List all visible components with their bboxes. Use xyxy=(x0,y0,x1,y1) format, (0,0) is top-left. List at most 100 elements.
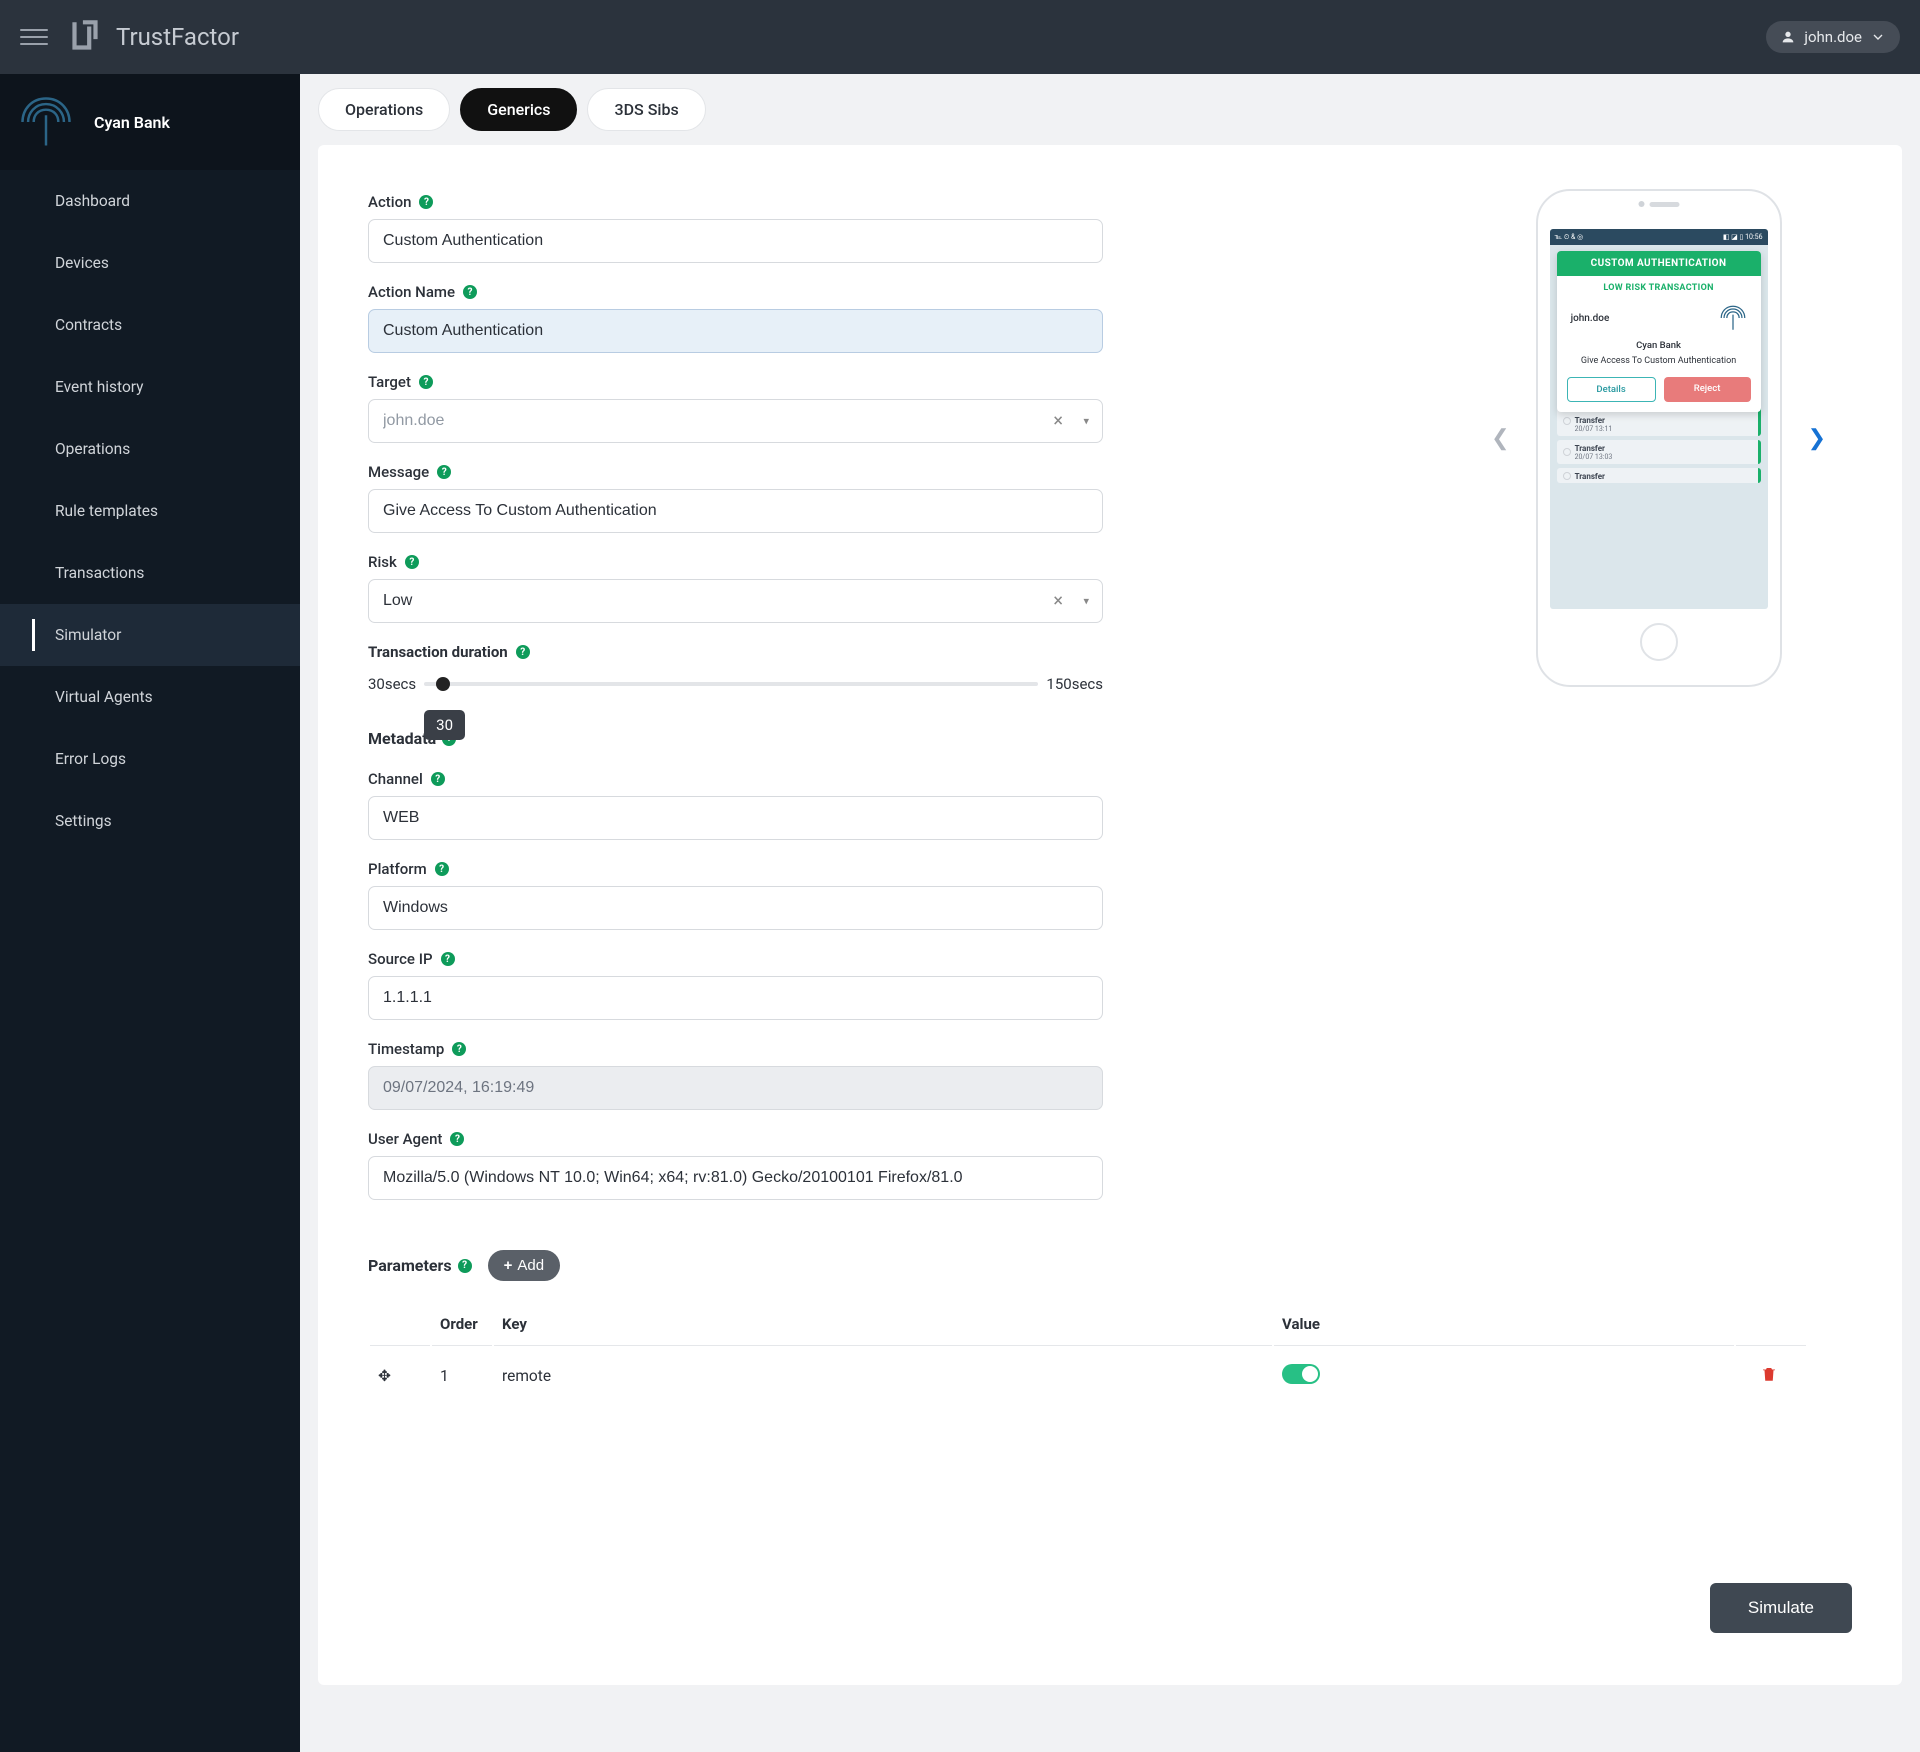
platform-input[interactable] xyxy=(368,886,1103,930)
topbar: TrustFactor john.doe xyxy=(0,0,1920,74)
tab-operations[interactable]: Operations xyxy=(318,88,450,131)
help-icon[interactable]: ? xyxy=(452,1042,466,1056)
sidebar-item-error-logs[interactable]: Error Logs xyxy=(0,728,300,790)
table-row: ✥ 1 remote xyxy=(370,1348,1806,1404)
timestamp-input xyxy=(368,1066,1103,1110)
sidebar-item-operations[interactable]: Operations xyxy=(0,418,300,480)
timestamp-label: Timestamp xyxy=(368,1040,444,1058)
user-agent-input[interactable] xyxy=(368,1156,1103,1200)
swirl-icon xyxy=(1719,304,1747,332)
org-header: Cyan Bank xyxy=(0,74,300,170)
source-ip-input[interactable] xyxy=(368,976,1103,1020)
tab-3ds-sibs[interactable]: 3DS Sibs xyxy=(587,88,705,131)
col-value: Value xyxy=(1274,1303,1734,1346)
duration-min-label: 30secs xyxy=(368,675,416,693)
risk-select[interactable] xyxy=(368,579,1103,623)
action-name-label: Action Name xyxy=(368,283,455,301)
org-logo xyxy=(18,94,74,150)
user-icon xyxy=(1780,29,1796,45)
action-label: Action xyxy=(368,193,411,211)
row-order: 1 xyxy=(432,1348,492,1404)
notif-reject-button[interactable]: Reject xyxy=(1664,377,1751,402)
col-order: Order xyxy=(432,1303,492,1346)
swirl-icon xyxy=(18,94,74,150)
help-icon[interactable]: ? xyxy=(419,375,433,389)
simulator-panel: Action? Action Name? Target? × ▾ Me xyxy=(318,145,1902,1685)
app-logo: TrustFactor xyxy=(64,16,239,58)
trash-icon[interactable] xyxy=(1760,1365,1778,1383)
user-agent-label: User Agent xyxy=(368,1130,442,1148)
menu-toggle-button[interactable] xyxy=(20,23,48,51)
notif-message: Give Access To Custom Authentication xyxy=(1557,355,1761,377)
sidebar-item-devices[interactable]: Devices xyxy=(0,232,300,294)
org-name: Cyan Bank xyxy=(94,113,170,132)
help-icon[interactable]: ? xyxy=(437,465,451,479)
phone-screen: ℡ ⏲ & ◎ ◧ ◪ ▯ 10:56 CUSTOM AUTHENTICATIO… xyxy=(1550,229,1768,609)
tabs: Operations Generics 3DS Sibs xyxy=(318,88,1902,131)
bg-transfer-row: Transfer xyxy=(1557,468,1761,483)
sidebar-item-event-history[interactable]: Event history xyxy=(0,356,300,418)
notif-user: john.doe xyxy=(1571,313,1610,324)
source-ip-label: Source IP xyxy=(368,950,433,968)
target-label: Target xyxy=(368,373,411,391)
row-key: remote xyxy=(494,1348,1272,1404)
help-icon[interactable]: ? xyxy=(431,772,445,786)
sidebar-item-transactions[interactable]: Transactions xyxy=(0,542,300,604)
add-label: Add xyxy=(517,1257,544,1274)
sidebar-item-simulator[interactable]: Simulator xyxy=(0,604,300,666)
help-icon[interactable]: ? xyxy=(419,195,433,209)
add-parameter-button[interactable]: + Add xyxy=(488,1250,560,1281)
user-name: john.doe xyxy=(1804,28,1862,46)
help-icon[interactable]: ? xyxy=(435,862,449,876)
col-key: Key xyxy=(494,1303,1272,1346)
drag-handle-icon[interactable]: ✥ xyxy=(378,1367,391,1385)
value-toggle[interactable] xyxy=(1282,1364,1320,1384)
platform-label: Platform xyxy=(368,860,427,878)
slider-value: 30 xyxy=(424,710,465,740)
help-icon[interactable]: ? xyxy=(463,285,477,299)
message-input[interactable] xyxy=(368,489,1103,533)
duration-max-label: 150secs xyxy=(1046,675,1103,693)
chevron-down-icon xyxy=(1870,29,1886,45)
sidebar-item-contracts[interactable]: Contracts xyxy=(0,294,300,356)
action-name-input[interactable] xyxy=(368,309,1103,353)
help-icon[interactable]: ? xyxy=(458,1259,472,1273)
help-icon[interactable]: ? xyxy=(516,645,530,659)
simulate-button[interactable]: Simulate xyxy=(1710,1583,1852,1633)
help-icon[interactable]: ? xyxy=(405,555,419,569)
chevron-down-icon[interactable]: ▾ xyxy=(1083,595,1089,608)
duration-slider[interactable]: 30 xyxy=(424,682,1038,686)
help-icon[interactable]: ? xyxy=(450,1132,464,1146)
help-icon[interactable]: ? xyxy=(441,952,455,966)
plus-icon: + xyxy=(504,1257,513,1274)
chevron-down-icon[interactable]: ▾ xyxy=(1083,415,1089,428)
notification-card: CUSTOM AUTHENTICATION LOW RISK TRANSACTI… xyxy=(1557,251,1761,412)
notif-bank: Cyan Bank xyxy=(1557,336,1761,355)
slider-handle[interactable] xyxy=(436,677,450,691)
clear-icon[interactable]: × xyxy=(1053,591,1063,612)
preview-next-button[interactable]: ❯ xyxy=(1798,416,1836,461)
phone-status-left: ℡ ⏲ & ◎ xyxy=(1555,233,1584,242)
home-button-icon xyxy=(1640,623,1678,661)
sidebar-item-dashboard[interactable]: Dashboard xyxy=(0,170,300,232)
sidebar-item-settings[interactable]: Settings xyxy=(0,790,300,852)
bg-transfer-row: Transfer 20/07 13:03 xyxy=(1557,440,1761,464)
tab-generics[interactable]: Generics xyxy=(460,88,577,131)
content-area: Operations Generics 3DS Sibs Action? Act… xyxy=(300,74,1920,1752)
channel-input[interactable] xyxy=(368,796,1103,840)
channel-label: Channel xyxy=(368,770,423,788)
trustfactor-icon xyxy=(64,16,106,58)
target-select[interactable] xyxy=(368,399,1103,443)
app-name: TrustFactor xyxy=(116,23,239,51)
notif-risk: LOW RISK TRANSACTION xyxy=(1557,276,1761,300)
preview-prev-button[interactable]: ❮ xyxy=(1481,416,1519,461)
message-label: Message xyxy=(368,463,429,481)
action-input[interactable] xyxy=(368,219,1103,263)
sidebar: Cyan Bank Dashboard Devices Contracts Ev… xyxy=(0,74,300,1752)
notif-details-button[interactable]: Details xyxy=(1567,377,1656,402)
sidebar-item-virtual-agents[interactable]: Virtual Agents xyxy=(0,666,300,728)
duration-label: Transaction duration xyxy=(368,643,508,661)
user-menu-button[interactable]: john.doe xyxy=(1766,21,1900,53)
sidebar-item-rule-templates[interactable]: Rule templates xyxy=(0,480,300,542)
clear-icon[interactable]: × xyxy=(1053,411,1063,432)
